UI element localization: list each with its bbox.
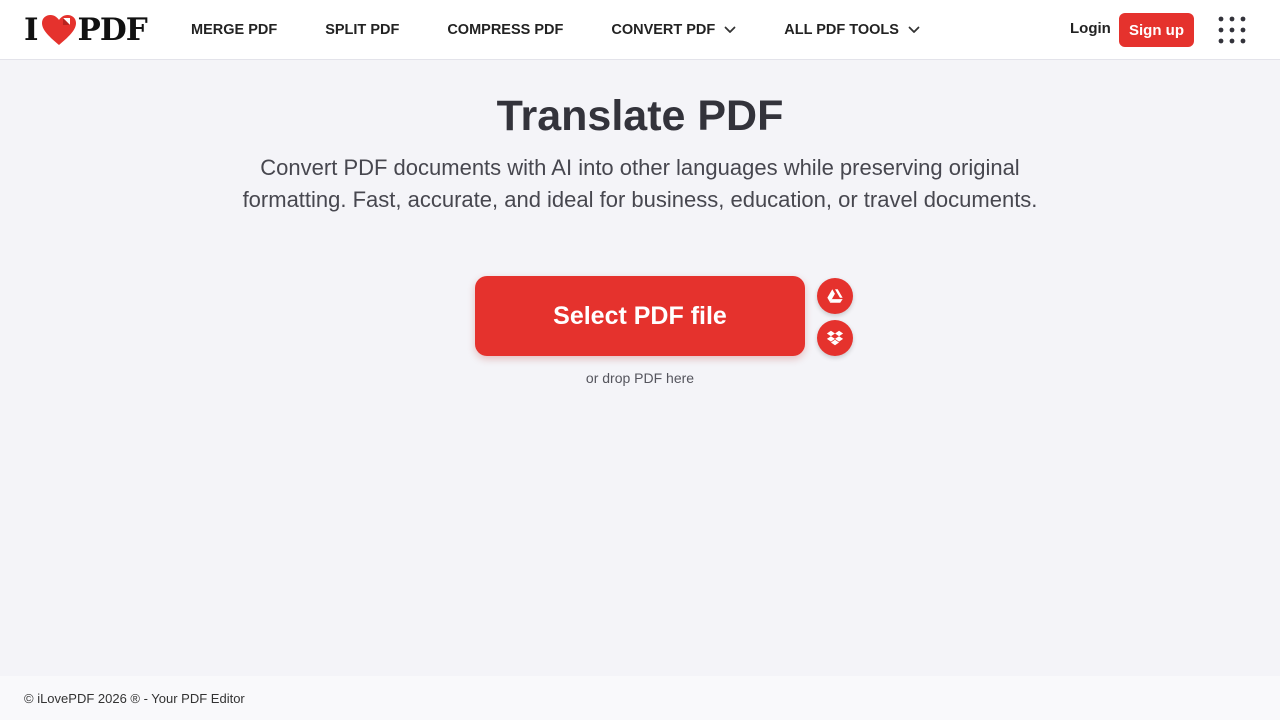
nav-compress-pdf[interactable]: COMPRESS PDF	[423, 0, 587, 60]
footer-copyright: © iLovePDF 2026 ® - Your PDF Editor	[24, 690, 245, 706]
signup-button[interactable]: Sign up	[1119, 13, 1194, 47]
nav-split-pdf[interactable]: SPLIT PDF	[301, 0, 423, 60]
ilovepdf-logo[interactable]: I PDF	[24, 12, 148, 48]
chevron-down-icon	[724, 26, 736, 33]
nav-label: ALL PDF TOOLS	[784, 22, 899, 38]
google-drive-button[interactable]	[817, 278, 853, 314]
top-navigation-bar: I PDF MERGE PDF SPLIT PDF COMPRESS PDF C…	[0, 0, 1280, 60]
nav-convert-pdf[interactable]: CONVERT PDF	[587, 0, 760, 60]
logo-text-right: PDF	[77, 12, 148, 48]
drop-hint: or drop PDF here	[585, 370, 695, 386]
dropbox-button[interactable]	[817, 320, 853, 356]
nav-label: SPLIT PDF	[325, 22, 400, 38]
dropbox-icon	[826, 330, 844, 346]
page-subtitle: Convert PDF documents with AI into other…	[242, 155, 1038, 212]
nav-merge-pdf[interactable]: MERGE PDF	[167, 0, 301, 60]
nav-label: CONVERT PDF	[611, 22, 716, 38]
logo-text-left: I	[24, 12, 38, 48]
login-link[interactable]: Login	[1070, 20, 1111, 37]
page-title: Translate PDF	[496, 92, 784, 140]
footer: © iLovePDF 2026 ® - Your PDF Editor	[0, 676, 1280, 720]
heart-icon	[41, 15, 76, 45]
grid-dots-icon[interactable]	[1218, 16, 1246, 44]
nav-all-pdf-tools[interactable]: ALL PDF TOOLS	[760, 0, 944, 60]
nav-label: MERGE PDF	[191, 22, 278, 38]
chevron-down-icon	[908, 26, 920, 33]
select-pdf-file-button[interactable]: Select PDF file	[475, 276, 805, 356]
google-drive-icon	[827, 289, 843, 303]
main-nav: MERGE PDF SPLIT PDF COMPRESS PDF CONVERT…	[167, 0, 944, 60]
nav-label: COMPRESS PDF	[447, 22, 564, 38]
